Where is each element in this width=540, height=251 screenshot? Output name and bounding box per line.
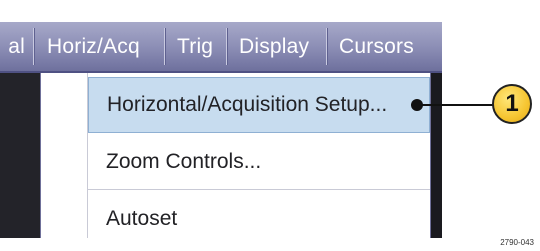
menu-bar: al Horiz/Acq Trig Display Cursors <box>0 22 442 73</box>
callout-number-badge: 1 <box>492 84 532 124</box>
menu-option-horizontal-acquisition-setup[interactable]: Horizontal/Acquisition Setup... <box>88 77 430 133</box>
menu-option-autoset[interactable]: Autoset <box>88 191 430 247</box>
menu-option-zoom-controls[interactable]: Zoom Controls... <box>88 134 430 190</box>
menu-item-partial[interactable]: al <box>0 22 33 71</box>
figure-id-label: 2790-043 <box>500 238 534 247</box>
menu-item-cursors[interactable]: Cursors <box>326 22 442 71</box>
menu-item-horiz-acq[interactable]: Horiz/Acq <box>33 22 164 71</box>
menu-option-label: Zoom Controls... <box>106 149 262 173</box>
callout-pointer-dot <box>411 99 423 111</box>
dropdown-gutter <box>41 73 88 238</box>
menu-option-label: Horizontal/Acquisition Setup... <box>107 93 388 116</box>
menu-item-trig[interactable]: Trig <box>164 22 226 71</box>
menu-item-display[interactable]: Display <box>226 22 326 71</box>
callout-leader-line <box>418 104 496 106</box>
scope-left-strip <box>0 73 40 238</box>
horiz-acq-dropdown-menu: Horizontal/Acquisition Setup... Zoom Con… <box>40 73 431 238</box>
scope-right-strip <box>430 73 442 238</box>
menu-option-label: Autoset <box>106 207 178 230</box>
